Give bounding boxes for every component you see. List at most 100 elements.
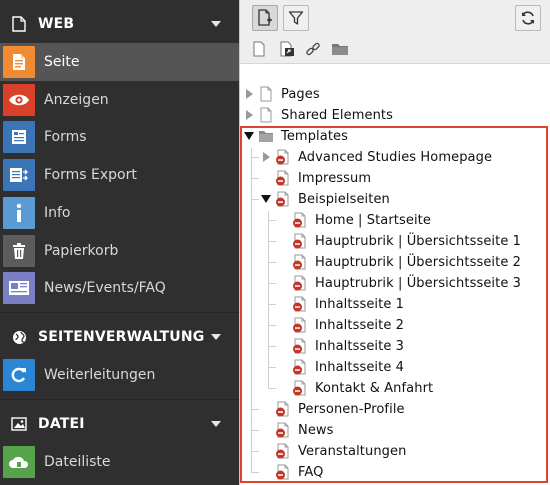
hidden-page-icon[interactable] <box>292 296 308 312</box>
divider <box>0 312 239 313</box>
hidden-page-icon[interactable] <box>275 422 291 438</box>
toggle-spacer <box>260 445 272 457</box>
hidden-page-icon[interactable] <box>292 254 308 270</box>
tree-node-label[interactable]: Hauptrubrik | Übersichtsseite 3 <box>315 276 521 291</box>
collapse-toggle-icon[interactable] <box>243 130 255 142</box>
tree-node[interactable]: Beispielseiten <box>260 189 390 209</box>
module-weiterleitungen[interactable]: Weiterleitungen <box>0 356 239 394</box>
group-seitenverwaltung[interactable]: SEITENVERWALTUNG <box>0 318 239 356</box>
toggle-spacer <box>260 466 272 478</box>
tree-node-label[interactable]: Inhaltsseite 3 <box>315 339 404 354</box>
tree-node[interactable]: Shared Elements <box>243 105 393 125</box>
tree-node[interactable]: News <box>260 420 334 440</box>
group-web[interactable]: WEB <box>0 5 239 43</box>
toggle-spacer <box>277 256 289 268</box>
toggle-spacer <box>260 424 272 436</box>
globe-icon <box>0 318 38 356</box>
tree-node-label[interactable]: Hauptrubrik | Übersichtsseite 1 <box>315 234 521 249</box>
module-dateiliste[interactable]: Dateiliste <box>0 443 239 481</box>
module-info[interactable]: Info <box>0 194 239 232</box>
tree-node-label[interactable]: FAQ <box>298 465 323 480</box>
expand-toggle-icon[interactable] <box>243 88 255 100</box>
new-link-drag-icon[interactable] <box>304 40 322 58</box>
tree-node[interactable]: Inhaltsseite 4 <box>277 357 404 377</box>
hidden-page-icon[interactable] <box>292 317 308 333</box>
hidden-page-icon[interactable] <box>275 170 291 186</box>
tree-node[interactable]: Advanced Studies Homepage <box>260 147 492 167</box>
collapse-toggle-icon[interactable] <box>260 193 272 205</box>
module-label: Forms <box>44 129 87 145</box>
hidden-page-icon[interactable] <box>275 401 291 417</box>
module-forms-export[interactable]: Forms Export <box>0 156 239 194</box>
forms-icon <box>3 121 35 153</box>
hidden-page-icon[interactable] <box>292 380 308 396</box>
tree-node[interactable]: Inhaltsseite 3 <box>277 336 404 356</box>
chevron-down-icon[interactable] <box>211 21 221 27</box>
folder-icon[interactable] <box>258 128 274 144</box>
tree-node-label[interactable]: Pages <box>281 87 320 102</box>
hidden-page-icon[interactable] <box>275 191 291 207</box>
tree-node-label[interactable]: Shared Elements <box>281 108 393 123</box>
tree-node-label[interactable]: Advanced Studies Homepage <box>298 150 492 165</box>
tree-node[interactable]: Pages <box>243 84 320 104</box>
hidden-page-icon[interactable] <box>292 233 308 249</box>
tree-node-label[interactable]: News <box>298 423 334 438</box>
tree-node-label[interactable]: Inhaltsseite 1 <box>315 297 404 312</box>
tree-node-label[interactable]: Impressum <box>298 171 371 186</box>
hidden-page-icon[interactable] <box>275 443 291 459</box>
tree-connector-line <box>268 367 276 368</box>
tree-node-label[interactable]: Inhaltsseite 2 <box>315 318 404 333</box>
tree-connector-line <box>268 304 276 305</box>
page-icon[interactable] <box>258 107 274 123</box>
tree-node-label[interactable]: Home | Startseite <box>315 213 431 228</box>
module-anzeigen[interactable]: Anzeigen <box>0 81 239 119</box>
hidden-page-icon[interactable] <box>292 338 308 354</box>
tree-node[interactable]: Home | Startseite <box>277 210 431 230</box>
tree-node[interactable]: Personen-Profile <box>260 399 405 419</box>
tree-node[interactable]: FAQ <box>260 462 323 482</box>
tree-node-label[interactable]: Inhaltsseite 4 <box>315 360 404 375</box>
tree-node-label[interactable]: Hauptrubrik | Übersichtsseite 2 <box>315 255 521 270</box>
tree-connector-line <box>251 148 252 472</box>
tree-node[interactable]: Hauptrubrik | Übersichtsseite 1 <box>277 231 521 251</box>
toggle-spacer <box>277 235 289 247</box>
tree-node-label[interactable]: Beispielseiten <box>298 192 390 207</box>
hidden-page-icon[interactable] <box>275 149 291 165</box>
tree-node[interactable]: Templates <box>243 126 348 146</box>
refresh-icon <box>522 11 534 25</box>
hidden-page-icon[interactable] <box>275 464 291 480</box>
group-datei[interactable]: DATEI <box>0 405 239 443</box>
module-papierkorb[interactable]: Papierkorb <box>0 232 239 270</box>
tree-node[interactable]: Hauptrubrik | Übersichtsseite 3 <box>277 273 521 293</box>
trash-icon <box>3 235 35 267</box>
new-page-button[interactable] <box>252 5 278 31</box>
hidden-page-icon[interactable] <box>292 212 308 228</box>
tree-node[interactable]: Hauptrubrik | Übersichtsseite 2 <box>277 252 521 272</box>
tree-node[interactable]: Kontakt & Anfahrt <box>277 378 433 398</box>
page-icon[interactable] <box>258 86 274 102</box>
tree-node[interactable]: Veranstaltungen <box>260 441 406 461</box>
expand-toggle-icon[interactable] <box>243 109 255 121</box>
module-news[interactable]: News/Events/FAQ <box>0 269 239 307</box>
chevron-down-icon[interactable] <box>211 334 221 340</box>
module-seite[interactable]: Seite <box>0 43 239 81</box>
chevron-down-icon[interactable] <box>211 421 221 427</box>
tree-node[interactable]: Impressum <box>260 168 371 188</box>
expand-toggle-icon[interactable] <box>260 151 272 163</box>
module-forms[interactable]: Forms <box>0 118 239 156</box>
tree-node-label[interactable]: Kontakt & Anfahrt <box>315 381 433 396</box>
new-shortcut-drag-icon[interactable] <box>278 40 296 58</box>
tree-node-label[interactable]: Personen-Profile <box>298 402 405 417</box>
hidden-page-icon[interactable] <box>292 359 308 375</box>
tree-connector-line <box>268 262 276 263</box>
new-page-drag-icon[interactable] <box>250 40 268 58</box>
refresh-button[interactable] <box>515 5 541 31</box>
tree-node[interactable]: Inhaltsseite 1 <box>277 294 404 314</box>
document-icon <box>0 5 38 43</box>
filter-button[interactable] <box>283 5 309 31</box>
new-folder-drag-icon[interactable] <box>331 40 349 58</box>
tree-node-label[interactable]: Templates <box>281 129 348 144</box>
hidden-page-icon[interactable] <box>292 275 308 291</box>
tree-node-label[interactable]: Veranstaltungen <box>298 444 406 459</box>
tree-node[interactable]: Inhaltsseite 2 <box>277 315 404 335</box>
